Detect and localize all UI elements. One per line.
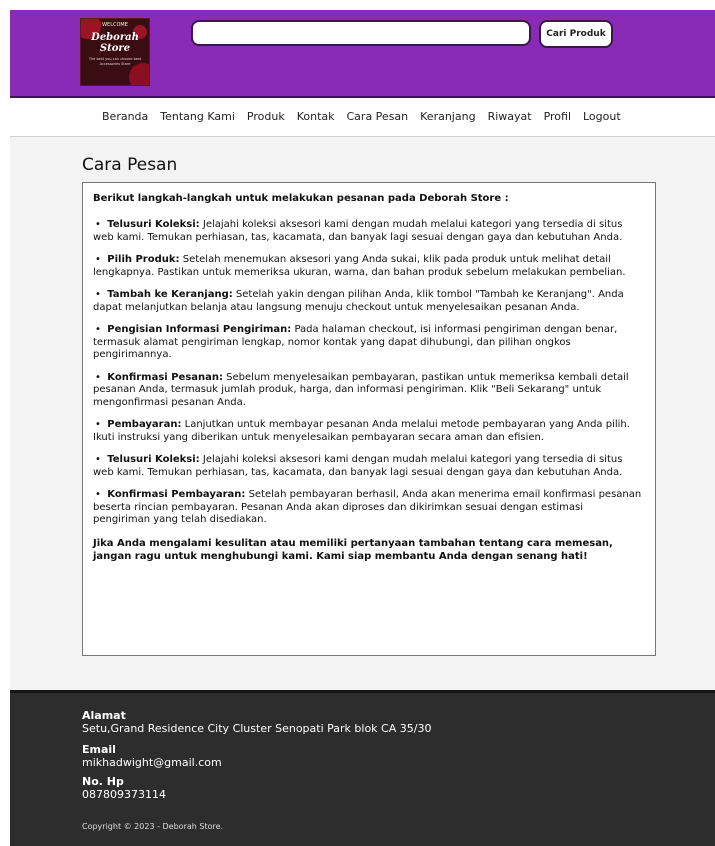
closing-text: Jika Anda mengalami kesulitan atau memil… [93,537,613,562]
nav-item-logout[interactable]: Logout [583,110,621,123]
bullet-icon: • [95,219,108,230]
store-logo[interactable]: WELCOME Deborah Store The best you can c… [80,18,150,86]
nav-item-cara-pesan[interactable]: Cara Pesan [347,110,409,123]
step-item: • Pembayaran: Lanjutkan untuk membayar p… [93,419,643,444]
step-item: • Tambah ke Keranjang: Setelah yakin den… [93,289,643,314]
step-item: • Telusuri Koleksi: Jelajahi koleksi aks… [93,219,643,244]
nav-item-kontak[interactable]: Kontak [297,110,335,123]
step-label: Tambah ke Keranjang: [107,289,233,300]
step-label: Telusuri Koleksi: [107,219,200,230]
nav-item-tentang-kami[interactable]: Tentang Kami [160,110,235,123]
step-item: • Konfirmasi Pesanan: Sebelum menyelesai… [93,372,643,410]
step-item: • Pilih Produk: Setelah menemukan akseso… [93,254,643,279]
step-item: • Konfirmasi Pembayaran: Setelah pembaya… [93,489,643,527]
header-bar: WELCOME Deborah Store The best you can c… [10,10,715,98]
page: WELCOME Deborah Store The best you can c… [10,10,715,846]
step-label: Pembayaran: [107,419,182,430]
bullet-icon: • [95,419,108,430]
footer-email-label: Email [82,743,116,756]
step-label: Telusuri Koleksi: [107,454,200,465]
search-button[interactable]: Cari Produk [539,20,613,48]
page-title: Cara Pesan [82,155,178,175]
intro-text: Berikut langkah-langkah untuk melakukan … [93,193,509,204]
step-label: Konfirmasi Pesanan: [107,371,223,383]
logo-tagline: The best you can choose best Accessories… [88,57,142,66]
nav-item-keranjang[interactable]: Keranjang [420,110,475,123]
step-item: • Pengisian Informasi Pengiriman: Pada h… [93,324,643,362]
nav-item-beranda[interactable]: Beranda [102,110,148,123]
footer-address: Setu,Grand Residence City Cluster Senopa… [82,722,432,735]
footer-phone: 087809373114 [82,788,166,801]
step-label: Pilih Produk: [107,254,180,265]
main-nav: Beranda Tentang Kami Produk Kontak Cara … [10,98,715,137]
nav-item-profil[interactable]: Profil [544,110,571,123]
step-item: • Telusuri Koleksi: Jelajahi koleksi aks… [93,454,643,479]
bullet-icon: • [95,324,108,335]
step-label: Pengisian Informasi Pengiriman: [107,324,292,335]
bullet-icon: • [95,454,108,465]
footer: Alamat Setu,Grand Residence City Cluster… [10,690,715,846]
step-label: Konfirmasi Pembayaran: [107,489,246,500]
logo-welcome-text: WELCOME [102,22,128,28]
logo-store-name: Deborah Store [91,32,139,54]
footer-address-label: Alamat [82,709,126,722]
search-input[interactable] [191,20,531,46]
bullet-icon: • [95,289,108,300]
bullet-icon: • [95,371,108,383]
bullet-icon: • [95,489,108,500]
copyright-text: Copyright © 2023 - Deborah Store. [82,822,224,831]
nav-item-riwayat[interactable]: Riwayat [488,110,532,123]
nav-item-produk[interactable]: Produk [247,110,285,123]
bullet-icon: • [95,254,108,265]
footer-phone-label: No. Hp [82,775,124,788]
order-guide-box: Berikut langkah-langkah untuk melakukan … [82,182,656,656]
footer-email[interactable]: mikhadwight@gmail.com [82,756,222,769]
